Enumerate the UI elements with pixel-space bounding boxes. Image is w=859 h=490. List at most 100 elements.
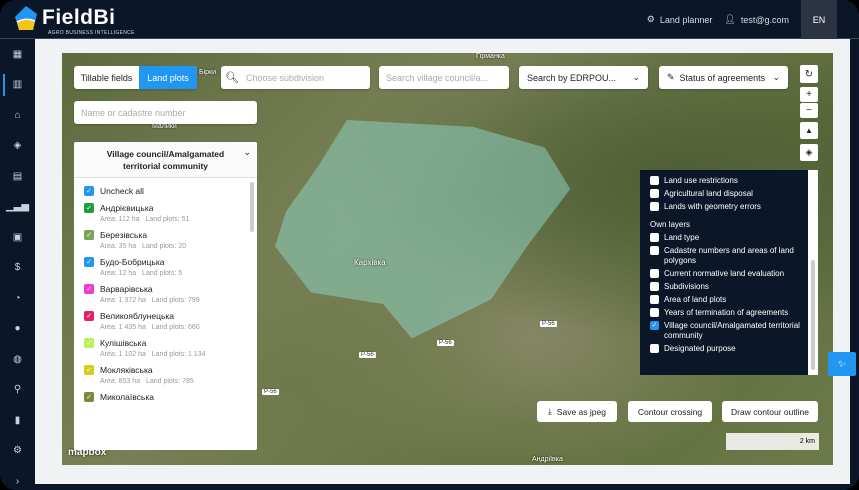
chevron-down-icon: ⌄ bbox=[243, 147, 251, 157]
list-item[interactable]: ✓ Мокляківська Area: 853 ha Land plots: 78… bbox=[84, 365, 247, 385]
panel-header[interactable]: Village council/Amalgamated territorial … bbox=[74, 142, 257, 178]
logo[interactable]: FieldBi AGRO BUSINESS INTELLIGENCE bbox=[14, 5, 134, 36]
role-menu[interactable]: ⚙ Land planner bbox=[647, 14, 713, 25]
status-label: Status of agreements bbox=[679, 72, 766, 83]
layers-panel: Land use restrictions Agricultural land d… bbox=[640, 170, 812, 375]
pen-icon: ✎ bbox=[667, 72, 675, 82]
village-council-panel: Village council/Amalgamated territorial … bbox=[74, 142, 257, 450]
checkbox-icon bbox=[650, 202, 659, 211]
check-icon: ✓ bbox=[84, 284, 94, 294]
zoom-in-button[interactable]: + bbox=[800, 87, 818, 102]
pie-nav-item[interactable]: ◔ bbox=[0, 283, 35, 314]
community-name: Миколаївська bbox=[100, 392, 154, 402]
refresh-button[interactable]: ↻ bbox=[800, 65, 818, 83]
map-nav-item[interactable]: ▥ bbox=[0, 70, 35, 101]
chart-icon: ▁▃▅ bbox=[5, 201, 30, 213]
area-text: Area: 1 372 ha bbox=[100, 297, 146, 304]
chat-icon: ● bbox=[14, 323, 21, 335]
layer-checkbox[interactable]: Agricultural land disposal bbox=[650, 189, 802, 199]
agreement-status-select[interactable]: ✎ Status of agreements ⌄ bbox=[659, 66, 788, 89]
list-item[interactable]: ✓ Андрієвицька Area: 112 ha Land plots: 51 bbox=[84, 203, 247, 223]
farm-icon: ⌂ bbox=[14, 109, 21, 121]
checkbox-icon bbox=[650, 189, 659, 198]
contour-crossing-button[interactable]: Contour crossing bbox=[628, 401, 712, 422]
check-icon: ✓ bbox=[84, 230, 94, 240]
area-text: Area: 1 102 ha bbox=[100, 351, 146, 358]
layers-nav-item[interactable]: ◈ bbox=[0, 131, 35, 162]
tab-tillable-fields[interactable]: Tillable fields bbox=[74, 66, 139, 89]
layers-scrollbar[interactable] bbox=[808, 170, 818, 375]
layer-label: Years of termination of agreements bbox=[664, 308, 789, 317]
map-label: Бірки bbox=[199, 69, 217, 76]
dashboard-nav-item[interactable]: ▦ bbox=[0, 39, 35, 70]
layer-checkbox[interactable]: Land use restrictions bbox=[650, 176, 802, 186]
area-text: Area: 12 ha bbox=[100, 270, 137, 277]
chat-nav-item[interactable]: ● bbox=[0, 314, 35, 345]
layer-checkbox[interactable]: Cadastre numbers and areas of land polyg… bbox=[650, 246, 802, 266]
compass-button[interactable]: ▲ bbox=[800, 122, 818, 139]
list-item[interactable]: ✓ Березівська Area: 35 ha Land plots: 20 bbox=[84, 230, 247, 250]
scale-bar: 2 km bbox=[726, 433, 819, 450]
community-name: Варварівська bbox=[100, 284, 153, 294]
money-nav-item[interactable]: $ bbox=[0, 253, 35, 284]
layer-checkbox[interactable]: Land type bbox=[650, 233, 802, 243]
list-item[interactable]: ✓ Будо-Бобрицька Area: 12 ha Land plots: 5 bbox=[84, 257, 247, 277]
plots-text: Land plots: 799 bbox=[151, 297, 200, 304]
layer-checkbox[interactable]: Designated purpose bbox=[650, 344, 802, 354]
panel-title: Village council/Amalgamated territorial … bbox=[106, 148, 225, 171]
user-menu[interactable]: 👤︎ test@g.com bbox=[724, 14, 789, 25]
list-item[interactable]: ✓ Варварівська Area: 1 372 ha Land plots: … bbox=[84, 284, 247, 304]
land-plots-overlay[interactable] bbox=[275, 120, 571, 339]
check-icon: ✓ bbox=[84, 338, 94, 348]
save-jpeg-button[interactable]: ⤓ Save as jpeg bbox=[537, 401, 617, 422]
layer-label: Village council/Amalgamated territorial … bbox=[664, 321, 800, 340]
layer-checkbox[interactable]: Area of land plots bbox=[650, 295, 802, 305]
checkbox-icon bbox=[650, 344, 659, 353]
map-icon: ▥ bbox=[12, 79, 23, 91]
map-label: Гірманка bbox=[476, 53, 505, 60]
layer-label: Agricultural land disposal bbox=[664, 189, 753, 198]
layer-checkbox[interactable]: Lands with geometry errors bbox=[650, 202, 802, 212]
cadastre-search-input[interactable]: Name or cadastre number bbox=[74, 101, 257, 124]
layer-checkbox[interactable]: Current normative land evaluation bbox=[650, 269, 802, 279]
area-text: Area: 35 ha bbox=[100, 243, 137, 250]
scrollbar[interactable] bbox=[250, 182, 254, 232]
road-label: P-56 bbox=[437, 340, 454, 346]
checkbox-icon bbox=[650, 295, 659, 304]
farm-nav-item[interactable]: ⌂ bbox=[0, 100, 35, 131]
subdivision-select[interactable]: 🔍︎ Choose subdivision bbox=[221, 66, 370, 89]
list-item[interactable]: ✓ Кулішівська Area: 1 102 ha Land plots: 1… bbox=[84, 338, 247, 358]
list-item[interactable]: ✓ Великояблунецька Area: 1 435 ha Land plo… bbox=[84, 311, 247, 331]
plots-text: Land plots: 5 bbox=[142, 270, 183, 277]
book-nav-item[interactable]: ▮ bbox=[0, 405, 35, 436]
chart-nav-item[interactable]: ▁▃▅ bbox=[0, 192, 35, 223]
checkbox-icon bbox=[650, 269, 659, 278]
tab-land-plots[interactable]: Land plots bbox=[139, 66, 197, 89]
edrpou-select[interactable]: Search by EDRPOU... ⌄ bbox=[519, 66, 648, 89]
globe-nav-item[interactable]: ◍ bbox=[0, 344, 35, 375]
magic-wand-button[interactable]: ✨︎ bbox=[828, 352, 856, 376]
document-icon: ▤ bbox=[12, 170, 23, 182]
community-name: Кулішівська bbox=[100, 338, 147, 348]
document-nav-item[interactable]: ▤ bbox=[0, 161, 35, 192]
layers-button[interactable]: ◈ bbox=[800, 144, 818, 161]
village-search-input[interactable]: Search village council/a... bbox=[379, 66, 509, 89]
settings-nav-item[interactable]: ⚙ bbox=[0, 436, 35, 467]
user-email: test@g.com bbox=[740, 14, 789, 25]
draw-contour-button[interactable]: Draw contour outline bbox=[722, 401, 818, 422]
search-user-nav-item[interactable]: ⚲ bbox=[0, 375, 35, 406]
zoom-out-button[interactable]: − bbox=[800, 103, 818, 118]
layer-checkbox[interactable]: Years of termination of agreements bbox=[650, 308, 802, 318]
community-name: Мокляківська bbox=[100, 365, 153, 375]
header: FieldBi AGRO BUSINESS INTELLIGENCE ⚙ Land… bbox=[0, 0, 859, 39]
clipboard-nav-item[interactable]: ▣ bbox=[0, 222, 35, 253]
language-button[interactable]: EN bbox=[801, 0, 837, 39]
chevron-down-icon: ⌄ bbox=[772, 72, 780, 82]
list-item[interactable]: ✓ Миколаївська bbox=[84, 392, 247, 402]
uncheck-all-checkbox[interactable]: ✓ Uncheck all bbox=[84, 186, 247, 196]
layer-checkbox[interactable]: Subdivisions bbox=[650, 282, 802, 292]
road-label: P-56 bbox=[540, 321, 557, 327]
expand-nav-item[interactable]: › bbox=[0, 466, 35, 490]
layer-checkbox[interactable]: ✓ Village council/Amalgamated territorial… bbox=[650, 321, 802, 341]
save-label: Save as jpeg bbox=[556, 406, 606, 417]
